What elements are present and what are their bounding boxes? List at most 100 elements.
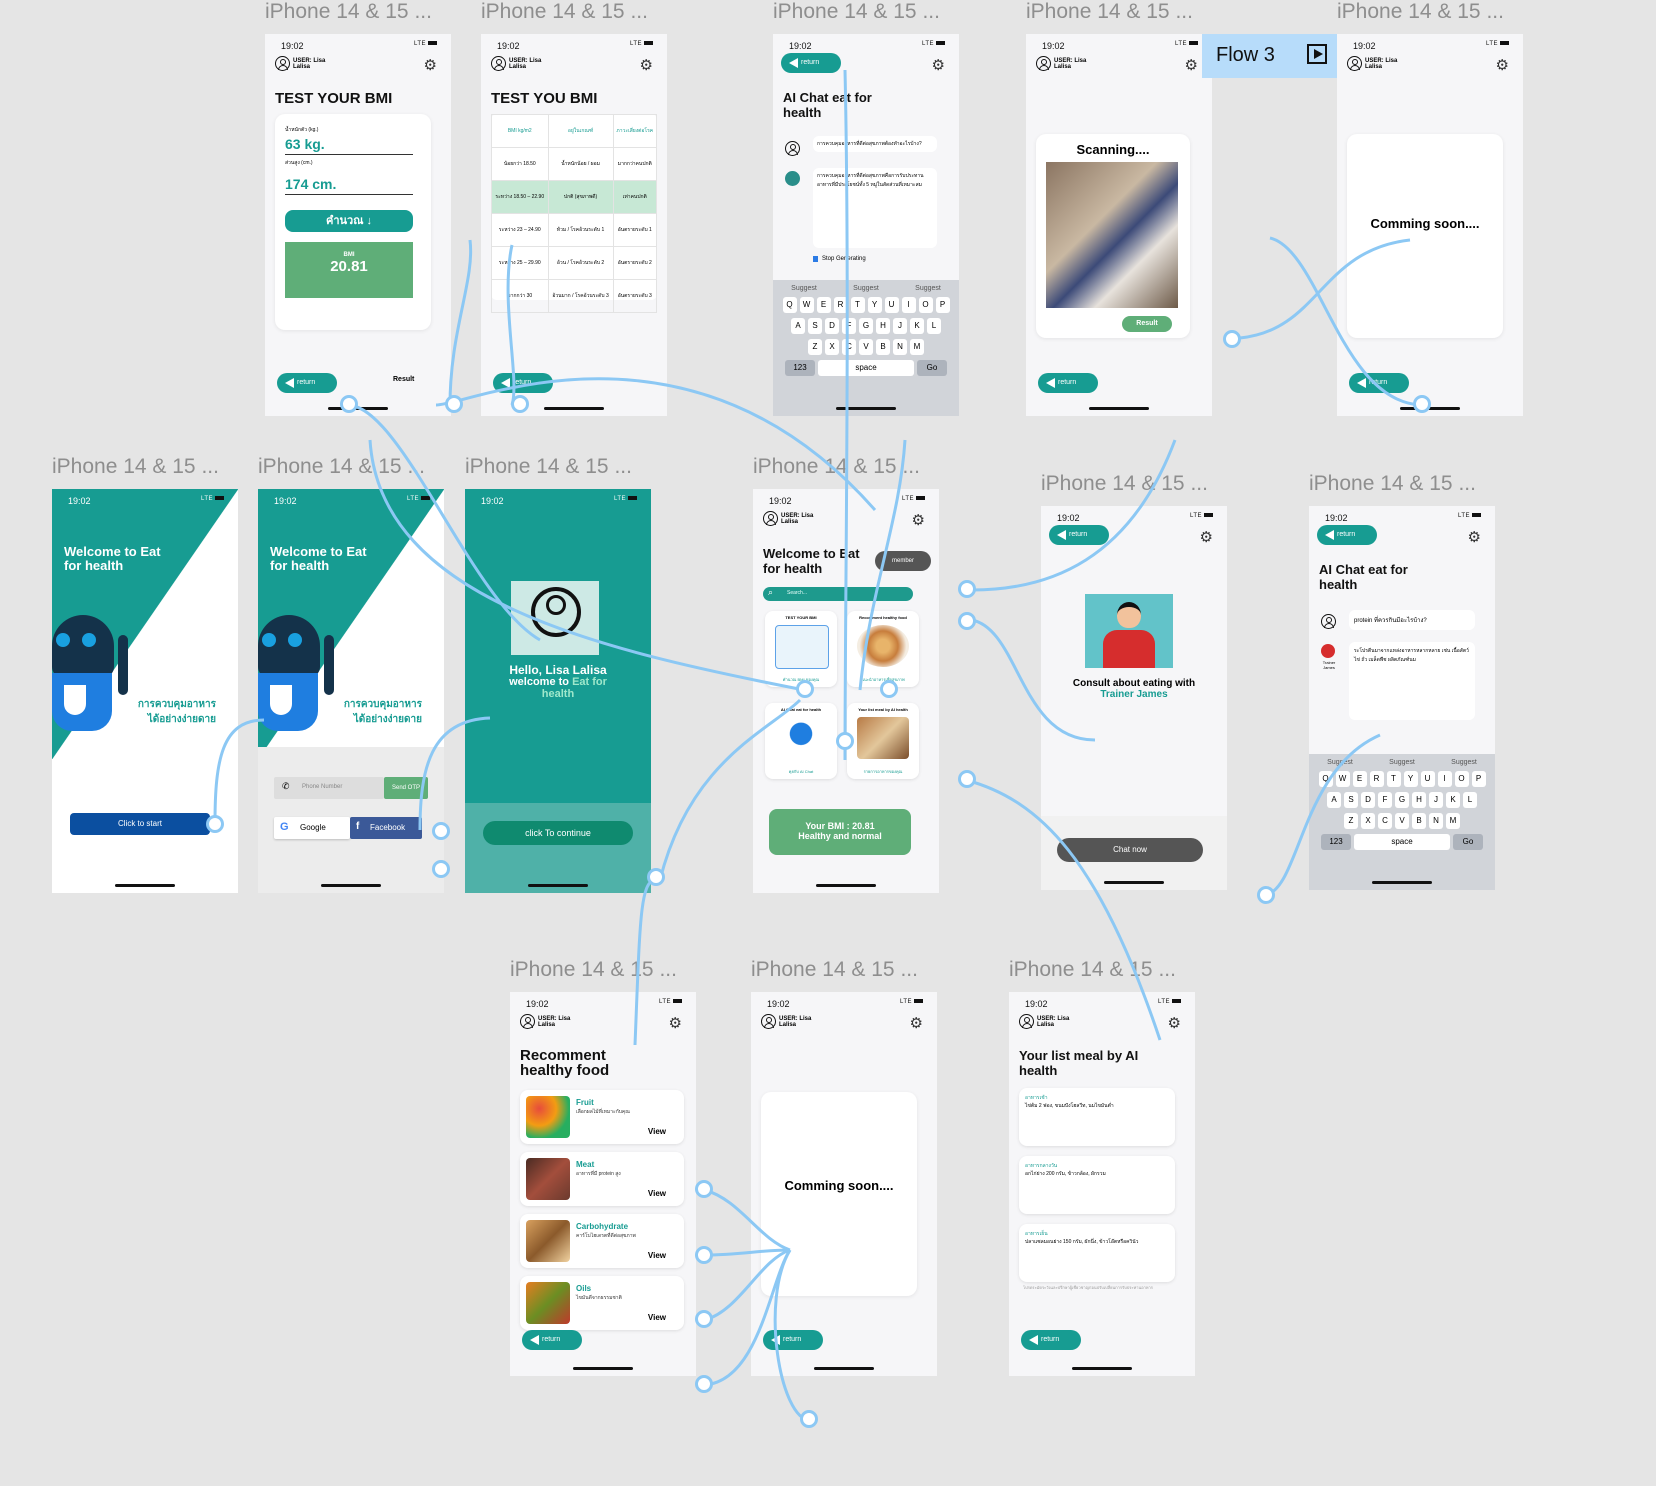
key-m[interactable]: M: [1446, 813, 1460, 829]
return-button[interactable]: return: [277, 373, 337, 393]
suggestion[interactable]: Suggest: [1389, 759, 1415, 766]
key-r[interactable]: R: [1369, 771, 1384, 787]
key-h[interactable]: H: [876, 318, 890, 334]
suggestion[interactable]: Suggest: [1327, 759, 1353, 766]
key-o[interactable]: O: [1454, 771, 1469, 787]
connection-node[interactable]: [206, 815, 224, 833]
weight-input[interactable]: 63 kg.: [285, 136, 413, 155]
menu-card-bmi[interactable]: TEST YOUR BMI คำนวณ BMI ของคุณ: [765, 611, 837, 687]
key-l[interactable]: L: [1463, 792, 1477, 808]
gear-icon[interactable]: ⚙: [932, 56, 945, 74]
bmi-summary-card[interactable]: Your BMI : 20.81 Healthy and normal: [769, 809, 911, 855]
chat-now-button[interactable]: Chat now: [1057, 838, 1203, 862]
user-header[interactable]: USER: Lisa Lalisa: [491, 56, 549, 71]
key-y[interactable]: Y: [867, 297, 882, 313]
return-button[interactable]: return: [1317, 525, 1377, 545]
suggestion[interactable]: Suggest: [853, 285, 879, 292]
member-button[interactable]: member: [875, 551, 931, 571]
user-header[interactable]: USER: Lisa Lalisa: [1019, 1014, 1077, 1029]
view-link[interactable]: View: [648, 1127, 666, 1136]
key-w[interactable]: W: [799, 297, 814, 313]
key-q[interactable]: Q: [1318, 771, 1333, 787]
user-header[interactable]: USER: Lisa Lalisa: [763, 511, 821, 526]
key-i[interactable]: I: [901, 297, 916, 313]
numbers-key[interactable]: 123: [1321, 834, 1351, 850]
gear-icon[interactable]: ⚙: [669, 1014, 682, 1032]
key-p[interactable]: P: [935, 297, 950, 313]
connection-node[interactable]: [647, 868, 665, 886]
key-h[interactable]: H: [1412, 792, 1426, 808]
connection-node[interactable]: [432, 822, 450, 840]
phone-field[interactable]: ✆ Phone Number: [274, 777, 384, 799]
key-x[interactable]: X: [1361, 813, 1375, 829]
flow-badge[interactable]: Flow 3: [1202, 34, 1337, 78]
space-key[interactable]: space: [1354, 834, 1450, 850]
menu-card-ai-chat[interactable]: AI Chat eat for health คุยกับ AI Chat: [765, 703, 837, 779]
connection-node[interactable]: [880, 680, 898, 698]
key-z[interactable]: Z: [1344, 813, 1358, 829]
connection-node[interactable]: [958, 612, 976, 630]
user-header[interactable]: USER: Lisa Lalisa: [275, 56, 333, 71]
return-button[interactable]: return: [781, 53, 841, 73]
connection-node[interactable]: [511, 395, 529, 413]
gear-icon[interactable]: ⚙: [912, 511, 925, 529]
key-i[interactable]: I: [1437, 771, 1452, 787]
list-item-carbohydrate[interactable]: Carbohydrate คาร์โบไฮเดรตที่ดีต่อสุขภาพ Vi…: [520, 1214, 684, 1268]
start-button[interactable]: Click to start: [70, 813, 210, 835]
facebook-login-button[interactable]: f Facebook: [350, 817, 422, 839]
return-button[interactable]: return: [1038, 373, 1098, 393]
connection-node[interactable]: [1413, 395, 1431, 413]
key-g[interactable]: G: [1395, 792, 1409, 808]
key-l[interactable]: L: [927, 318, 941, 334]
key-n[interactable]: N: [1429, 813, 1443, 829]
key-e[interactable]: E: [1352, 771, 1367, 787]
height-input[interactable]: 174 cm.: [285, 176, 413, 195]
key-m[interactable]: M: [910, 339, 924, 355]
return-button[interactable]: return: [522, 1330, 582, 1350]
key-k[interactable]: K: [910, 318, 924, 334]
key-v[interactable]: V: [859, 339, 873, 355]
key-s[interactable]: S: [1344, 792, 1358, 808]
key-o[interactable]: O: [918, 297, 933, 313]
result-button[interactable]: Result: [1122, 316, 1172, 332]
user-header[interactable]: USER: Lisa Lalisa: [1036, 56, 1094, 71]
view-link[interactable]: View: [648, 1189, 666, 1198]
connection-node[interactable]: [432, 860, 450, 878]
numbers-key[interactable]: 123: [785, 360, 815, 376]
key-z[interactable]: Z: [808, 339, 822, 355]
key-j[interactable]: J: [1429, 792, 1443, 808]
key-g[interactable]: G: [859, 318, 873, 334]
connection-node[interactable]: [796, 680, 814, 698]
gear-icon[interactable]: ⚙: [1200, 528, 1213, 546]
connection-node[interactable]: [958, 580, 976, 598]
key-c[interactable]: C: [1378, 813, 1392, 829]
list-item-oils[interactable]: Oils ไขมันดีจากธรรมชาติ View: [520, 1276, 684, 1330]
key-u[interactable]: U: [1420, 771, 1435, 787]
list-item-meat[interactable]: Meat อาหารที่มี protein สูง View: [520, 1152, 684, 1206]
calculate-button[interactable]: คำนวณ ↓: [285, 210, 413, 232]
list-item-fruit[interactable]: Fruit เลือกผลไม้ที่เหมาะกับคุณ View: [520, 1090, 684, 1144]
continue-button[interactable]: click To continue: [483, 821, 633, 845]
result-link[interactable]: Result: [393, 376, 414, 383]
connection-node[interactable]: [1257, 886, 1275, 904]
key-r[interactable]: R: [833, 297, 848, 313]
key-y[interactable]: Y: [1403, 771, 1418, 787]
key-b[interactable]: B: [1412, 813, 1426, 829]
return-button[interactable]: return: [763, 1330, 823, 1350]
suggestion[interactable]: Suggest: [791, 285, 817, 292]
key-w[interactable]: W: [1335, 771, 1350, 787]
suggestion[interactable]: Suggest: [1451, 759, 1477, 766]
key-p[interactable]: P: [1471, 771, 1486, 787]
key-u[interactable]: U: [884, 297, 899, 313]
key-q[interactable]: Q: [782, 297, 797, 313]
key-n[interactable]: N: [893, 339, 907, 355]
key-f[interactable]: F: [842, 318, 856, 334]
go-key[interactable]: Go: [1453, 834, 1483, 850]
menu-card-meal-list[interactable]: Your list meal by AI health รายการอาหารขอ…: [847, 703, 919, 779]
key-v[interactable]: V: [1395, 813, 1409, 829]
connection-node[interactable]: [695, 1180, 713, 1198]
view-link[interactable]: View: [648, 1251, 666, 1260]
gear-icon[interactable]: ⚙: [1185, 56, 1198, 74]
return-button[interactable]: return: [1049, 525, 1109, 545]
connection-node[interactable]: [836, 732, 854, 750]
